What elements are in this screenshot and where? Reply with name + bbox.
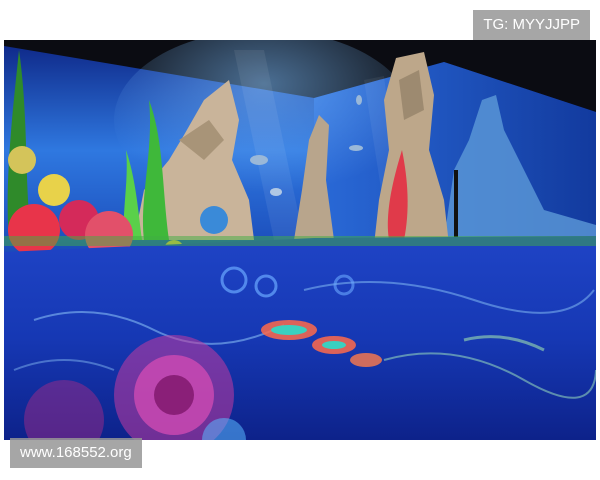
watermark-top: TG: MYYJJPP (473, 10, 590, 40)
aquarium-photo (4, 40, 596, 440)
fish (356, 95, 362, 105)
fish (250, 155, 268, 165)
fish (270, 188, 282, 196)
fish (349, 145, 363, 151)
watermark-bottom: www.168552.org (10, 438, 142, 468)
coral-red (8, 204, 60, 256)
